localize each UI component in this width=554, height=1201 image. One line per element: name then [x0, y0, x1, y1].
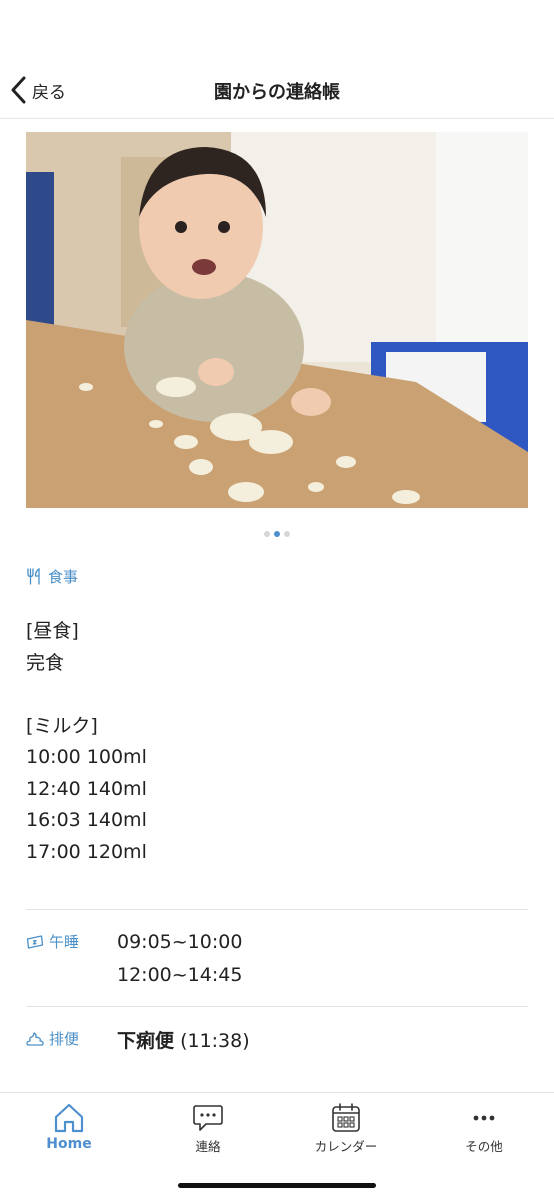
- stool-section-label: 排便: [26, 1028, 79, 1049]
- tab-calendar[interactable]: カレンダー: [286, 1103, 406, 1155]
- stool-time: (11:38): [180, 1030, 250, 1052]
- meal-line: [26, 679, 147, 711]
- nap-time: 09:05~10:00: [117, 931, 243, 953]
- tab-other-label: その他: [465, 1139, 503, 1154]
- tab-home-label: Home: [46, 1136, 92, 1152]
- meal-section-label: 食事: [26, 566, 78, 587]
- carousel-dot[interactable]: [284, 531, 290, 537]
- child-photo[interactable]: [26, 132, 528, 508]
- tab-other[interactable]: その他: [424, 1103, 544, 1155]
- stool-icon: [26, 1031, 44, 1046]
- nap-label-text: 午睡: [49, 933, 80, 951]
- nap-icon: [26, 934, 44, 949]
- home-indicator: [178, 1183, 376, 1188]
- stool-value: 下痢便 (11:38): [117, 1026, 250, 1053]
- nap-time: 12:00~14:45: [117, 964, 243, 986]
- page-title: 園からの連絡帳: [214, 82, 340, 103]
- meal-label-text: 食事: [48, 568, 79, 586]
- calendar-icon: [332, 1103, 360, 1132]
- carousel-dot[interactable]: [264, 531, 270, 537]
- meal-line: 完食: [26, 651, 65, 674]
- divider: [26, 909, 528, 910]
- nap-section-label: 午睡: [26, 931, 79, 952]
- meal-line: [昼食]: [26, 620, 79, 642]
- stool-type: 下痢便: [117, 1030, 175, 1052]
- nap-times: 09:05~10:00 12:00~14:45: [117, 926, 242, 992]
- stool-label-text: 排便: [49, 1030, 80, 1048]
- tab-calendar-label: カレンダー: [314, 1139, 378, 1154]
- more-icon: [473, 1115, 495, 1121]
- meal-line: 16:03 140ml: [26, 809, 147, 831]
- fork-knife-icon: [27, 568, 40, 585]
- meal-line: [ミルク]: [26, 714, 98, 737]
- meal-details: [昼食] 完食 [ミルク] 10:00 100ml 12:40 140ml 16…: [26, 616, 147, 868]
- meal-line: 10:00 100ml: [26, 746, 147, 768]
- photo-image: [26, 132, 528, 508]
- meal-line: 17:00 120ml: [26, 840, 147, 863]
- carousel-dot-active[interactable]: [274, 531, 280, 537]
- carousel-indicator: [0, 531, 554, 537]
- tab-messages-label: 連絡: [195, 1139, 221, 1154]
- home-icon: [54, 1103, 84, 1133]
- meal-line: 12:40 140ml: [26, 777, 147, 800]
- tab-messages[interactable]: 連絡: [148, 1103, 268, 1155]
- tab-home[interactable]: Home: [9, 1103, 129, 1152]
- chat-bubble-icon: [193, 1105, 223, 1131]
- app-header: 戻る 園からの連絡帳: [0, 62, 554, 119]
- divider: [26, 1006, 528, 1007]
